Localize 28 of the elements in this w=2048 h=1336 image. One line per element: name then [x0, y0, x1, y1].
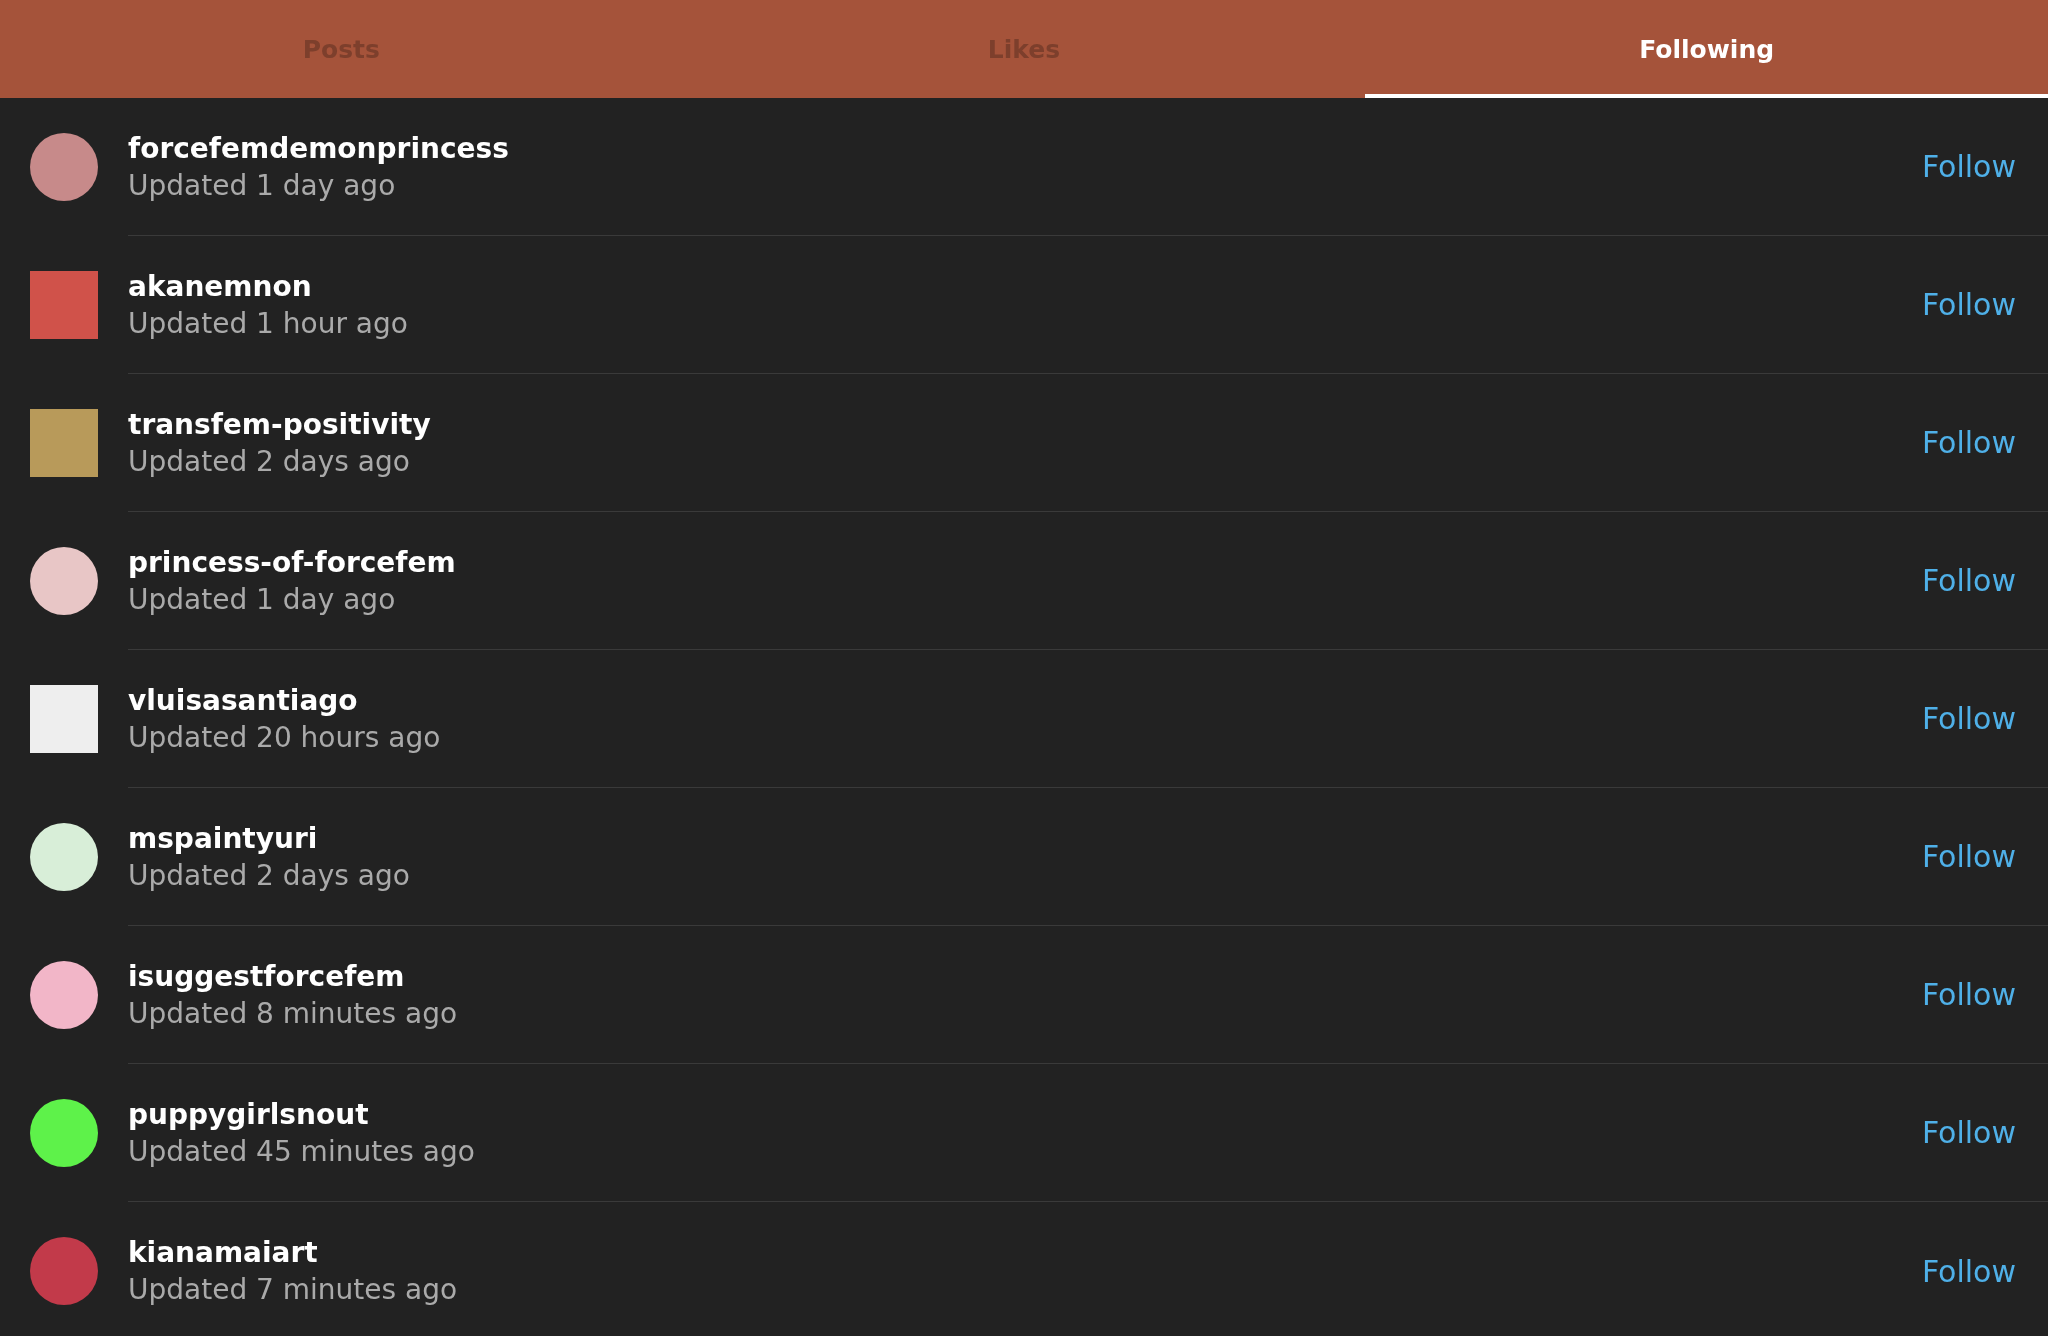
blog-name[interactable]: mspaintyuri [128, 821, 410, 855]
updated-time: Updated 2 days ago [128, 444, 411, 478]
updated-time: Updated 45 minutes ago [128, 1134, 475, 1168]
follow-button[interactable]: Follow [1921, 287, 2016, 322]
blog-name[interactable]: kianamaiart [128, 1236, 458, 1269]
follow-button[interactable]: Follow [1921, 839, 2016, 874]
follow-button[interactable]: Follow [1921, 1115, 2016, 1150]
follow-button[interactable]: Follow [1921, 701, 2016, 736]
blog-name[interactable]: transfem-positivity [128, 407, 431, 441]
follow-button[interactable]: Follow [1921, 149, 2016, 184]
blog-name[interactable]: isuggestforcefem [128, 959, 458, 993]
updated-time: Updated 1 day ago [128, 582, 397, 616]
follow-button[interactable]: Follow [1921, 563, 2016, 598]
follow-button[interactable]: Follow [1921, 977, 2016, 1012]
updated-time: Updated 7 minutes ago [128, 1273, 458, 1306]
updated-time: Updated 8 minutes ago [128, 996, 458, 1030]
follow-button[interactable]: Follow [1921, 1253, 2016, 1289]
blog-name[interactable]: forcefemdemonprincess [128, 131, 509, 165]
follow-button[interactable]: Follow [1921, 425, 2016, 460]
blog-name[interactable]: vluisasantiago [128, 683, 441, 717]
blog-name[interactable]: akanemnon [128, 269, 408, 303]
updated-time: Updated 1 day ago [128, 168, 397, 202]
updated-time: Updated 20 hours ago [128, 720, 441, 754]
blog-name[interactable]: puppygirlsnout [128, 1097, 475, 1131]
blog-name[interactable]: princess-of-forcefem [128, 545, 456, 579]
tab[interactable]: Following [1365, 0, 2048, 98]
updated-time: Updated 1 hour ago [128, 306, 408, 340]
updated-time: Updated 2 days ago [128, 858, 410, 892]
